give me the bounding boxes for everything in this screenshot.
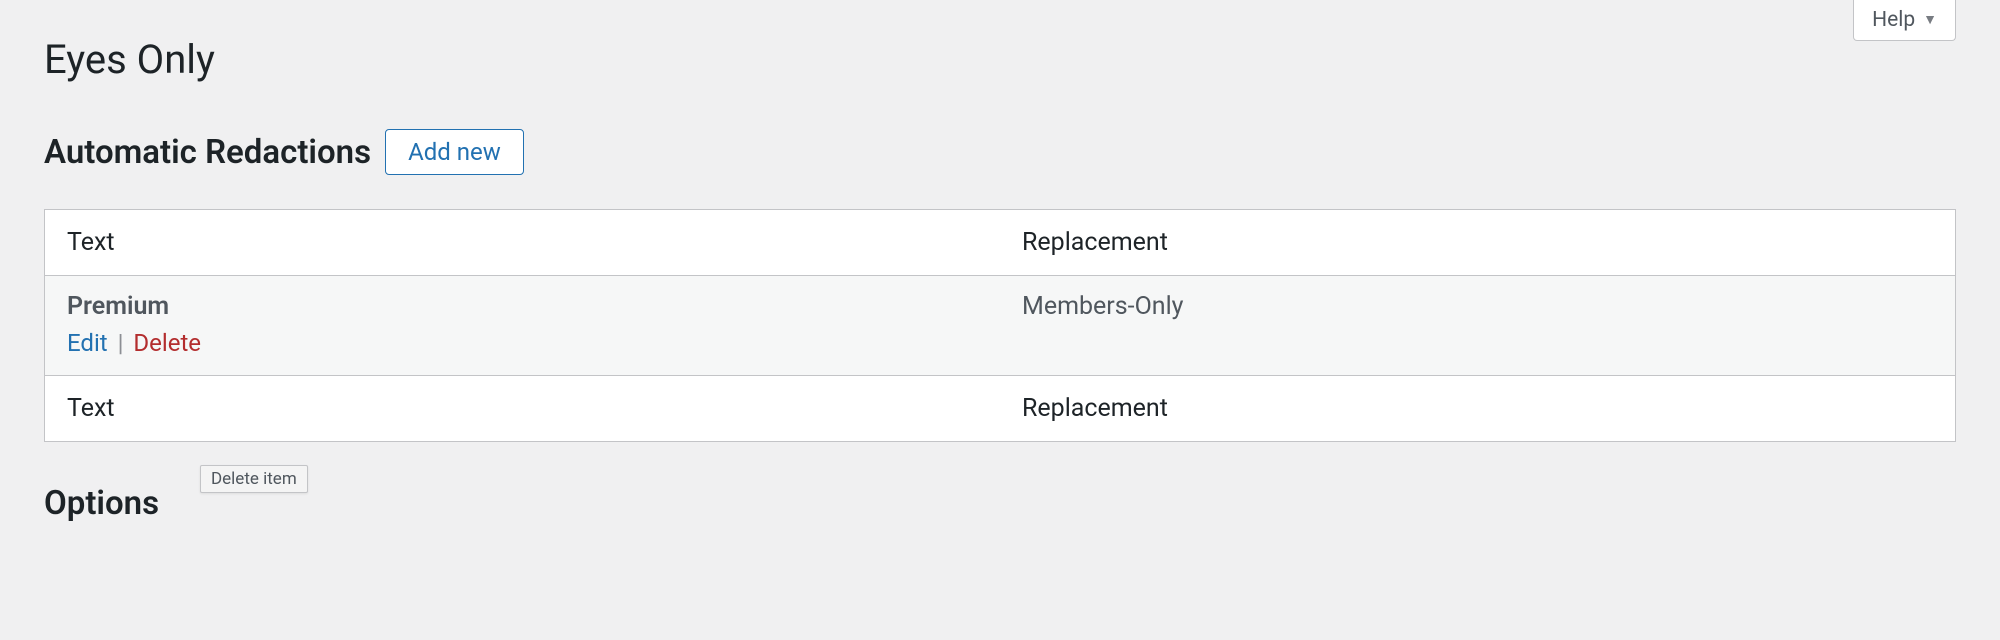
cell-text: Premium Edit | Delete [45,276,1001,376]
column-header-text[interactable]: Text [45,210,1001,276]
row-title: Premium [67,292,978,321]
redactions-table: Text Replacement Premium Edit | Delete M… [44,209,1956,442]
table-row: Premium Edit | Delete Members-Only [45,276,1956,376]
options-heading: Options [44,484,1956,523]
page-title: Eyes Only [44,0,1956,83]
table-header-row: Text Replacement [45,210,1956,276]
column-footer-text[interactable]: Text [45,376,1001,442]
section-header: Automatic Redactions Add new [44,129,1956,175]
section-heading: Automatic Redactions [44,133,371,172]
column-footer-replacement[interactable]: Replacement [1000,376,1956,442]
delete-link[interactable]: Delete [133,329,201,357]
edit-link[interactable]: Edit [67,329,108,357]
add-new-button[interactable]: Add new [385,129,524,175]
help-label: Help [1872,8,1915,32]
row-actions: Edit | Delete [67,329,978,357]
action-separator: | [114,329,128,357]
help-tab[interactable]: Help ▼ [1853,0,1956,41]
chevron-down-icon: ▼ [1923,13,1937,27]
column-header-replacement[interactable]: Replacement [1000,210,1956,276]
cell-replacement: Members-Only [1000,276,1956,376]
table-footer-row: Text Replacement [45,376,1956,442]
